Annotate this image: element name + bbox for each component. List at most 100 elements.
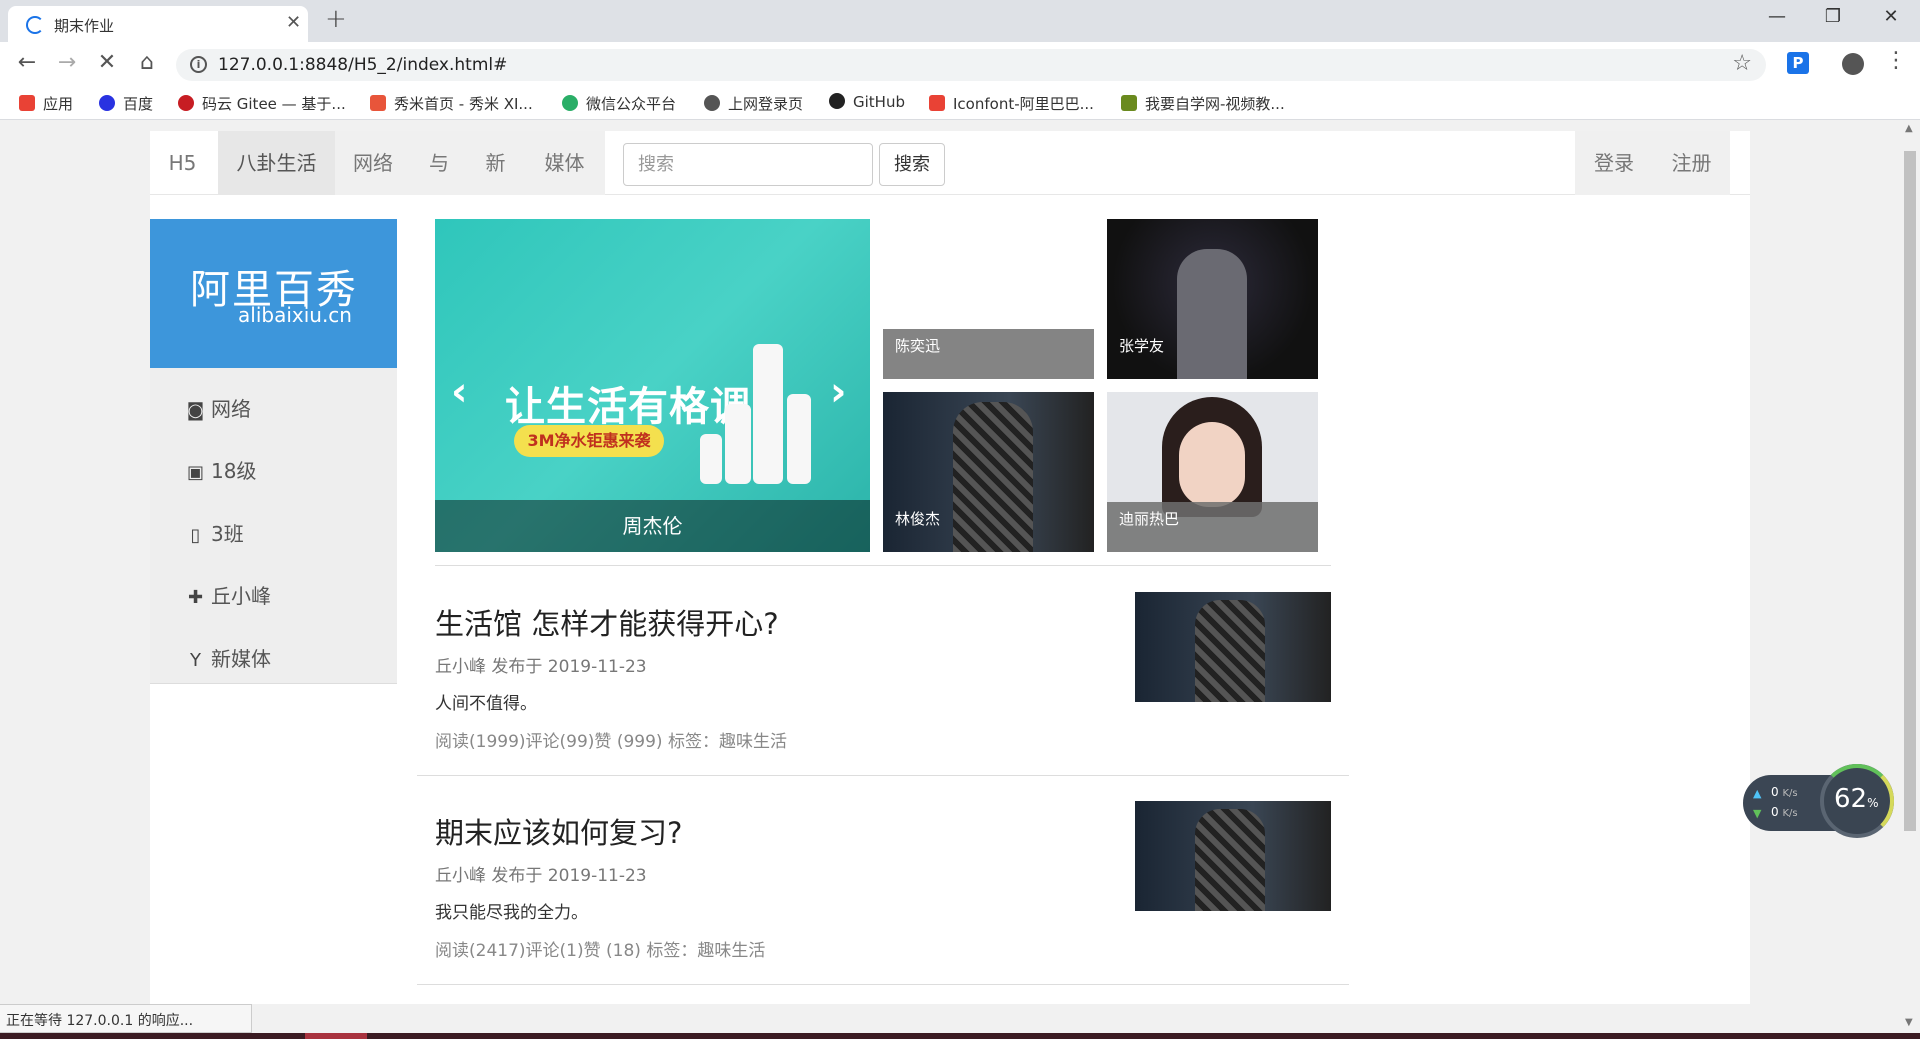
sidebar-item-class[interactable]: ▯ 3班 xyxy=(186,518,244,547)
thumbnail-card[interactable]: 迪丽热巴 xyxy=(1107,392,1318,552)
scroll-up-icon[interactable]: ▲ xyxy=(1905,123,1913,134)
forward-icon[interactable]: → xyxy=(52,50,82,75)
bookmark-github[interactable]: GitHub xyxy=(829,93,905,111)
search-input[interactable]: 搜索 xyxy=(623,143,873,186)
portrait-figure-image xyxy=(1195,600,1265,702)
site-logo[interactable]: 阿里百秀 alibaixiu.cn xyxy=(150,219,397,368)
sidebar-item-label: 网络 xyxy=(211,397,251,421)
carousel-next-icon[interactable]: › xyxy=(830,369,846,415)
nav-item-new[interactable]: 新 xyxy=(467,131,524,195)
article-thumbnail[interactable] xyxy=(1135,801,1331,911)
camera-icon: ◙ xyxy=(186,400,205,421)
tab-strip: 期末作业 ✕ + — ❐ ✕ xyxy=(0,0,1920,42)
info-icon[interactable]: i xyxy=(190,56,207,73)
bookmark-apps[interactable]: 应用 xyxy=(19,93,73,114)
portrait-figure-image xyxy=(1195,809,1265,911)
page-scrollbar[interactable]: ▲ ▼ xyxy=(1900,121,1920,1033)
top-navbar: H5 八卦生活 网络 与 新 媒体 搜索 搜索 登录 注册 xyxy=(150,131,1750,195)
nav-item-and[interactable]: 与 xyxy=(411,131,467,195)
menu-dots-icon[interactable]: ⋮ xyxy=(1885,48,1907,73)
sidebar-item-newmedia[interactable]: Y 新媒体 xyxy=(186,643,271,672)
wechat-icon xyxy=(562,95,578,111)
product-bottle-image xyxy=(700,434,722,484)
address-bar[interactable]: i 127.0.0.1:8848/H5_2/index.html# ☆ xyxy=(176,49,1766,81)
article-title[interactable]: 期末应该如何复习? xyxy=(435,810,682,852)
nav-brand[interactable]: H5 xyxy=(150,131,215,195)
bookmark-label: Iconfont-阿里巴巴... xyxy=(953,95,1094,113)
back-icon[interactable]: ← xyxy=(12,50,42,75)
sidebar-item-author[interactable]: ✚ 丘小峰 xyxy=(186,580,271,609)
carousel-caption: 周杰伦 xyxy=(435,500,870,552)
globe-icon xyxy=(704,95,720,111)
bookmark-baidu[interactable]: 百度 xyxy=(99,93,153,114)
bookmark-iconfont[interactable]: Iconfont-阿里巴巴... xyxy=(929,93,1094,114)
thumbnail-card[interactable]: 林俊杰 xyxy=(883,392,1094,552)
iconfont-icon xyxy=(929,95,945,111)
download-arrow-icon: ▼ xyxy=(1753,807,1762,820)
url-text[interactable]: 127.0.0.1:8848/H5_2/index.html# xyxy=(218,55,507,75)
new-tab-icon[interactable]: + xyxy=(325,4,347,34)
nav-item-network[interactable]: 网络 xyxy=(335,131,411,195)
zixue-icon xyxy=(1121,95,1137,111)
memory-gauge[interactable]: 62% xyxy=(1820,764,1894,838)
extension-p-icon[interactable]: P xyxy=(1787,52,1809,74)
sidebar-item-label: 18级 xyxy=(211,459,257,483)
article-thumbnail[interactable] xyxy=(1135,592,1331,702)
bookmark-51zxw[interactable]: 我要自学网-视频教... xyxy=(1121,93,1285,114)
restore-icon[interactable]: ❐ xyxy=(1813,6,1853,27)
page-container: H5 八卦生活 网络 与 新 媒体 搜索 搜索 登录 注册 阿里百秀 aliba… xyxy=(150,131,1750,1004)
sidebar-item-label: 3班 xyxy=(211,522,244,546)
product-bottle-image xyxy=(725,404,751,484)
article-stats: 阅读(1999)评论(99)赞 (999) 标签：趣味生活 xyxy=(435,732,787,752)
bookmark-label: 我要自学网-视频教... xyxy=(1145,95,1285,113)
carousel[interactable]: 让生活有格调 3M净水钜惠来袭 ‹ › 周杰伦 xyxy=(435,219,870,552)
sidebar: 阿里百秀 alibaixiu.cn ◙ 网络 ▣ 18级 ▯ 3班 ✚ 丘小峰 Y 新媒体 xyxy=(150,219,397,684)
profile-avatar-icon[interactable] xyxy=(1842,53,1864,75)
taskbar-strip xyxy=(0,1033,1920,1039)
close-tab-icon[interactable]: ✕ xyxy=(286,12,301,33)
sidebar-item-grade[interactable]: ▣ 18级 xyxy=(186,455,256,484)
bookmark-star-icon[interactable]: ☆ xyxy=(1732,51,1752,76)
carousel-slogan: 让生活有格调 xyxy=(505,384,751,430)
section-divider xyxy=(435,565,1331,566)
scroll-down-icon[interactable]: ▼ xyxy=(1905,1017,1913,1028)
carousel-tag: 3M净水钜惠来袭 xyxy=(514,425,664,457)
product-bottle-image xyxy=(753,344,783,484)
page-viewport: H5 八卦生活 网络 与 新 媒体 搜索 搜索 登录 注册 阿里百秀 aliba… xyxy=(0,121,1900,1004)
upload-arrow-icon: ▲ xyxy=(1753,787,1762,800)
bookmark-wechat[interactable]: 微信公众平台 xyxy=(562,93,676,114)
sidebar-item-network[interactable]: ◙ 网络 xyxy=(186,393,251,422)
browser-toolbar: ← → ✕ ⌂ i 127.0.0.1:8848/H5_2/index.html… xyxy=(0,42,1920,86)
article-meta: 丘小峰 发布于 2019-11-23 xyxy=(435,657,647,677)
bookmark-label: 秀米首页 - 秀米 XI... xyxy=(394,95,533,113)
carousel-prev-icon[interactable]: ‹ xyxy=(451,369,467,415)
taskbar-active-app[interactable] xyxy=(305,1033,367,1039)
download-value: 0 xyxy=(1771,805,1779,819)
tab-title: 期末作业 xyxy=(54,17,115,35)
gauge-percent: 62% xyxy=(1834,784,1879,814)
bookmark-xiumi[interactable]: 秀米首页 - 秀米 XI... xyxy=(370,93,533,114)
xiumi-icon xyxy=(370,95,386,111)
stop-icon[interactable]: ✕ xyxy=(92,50,122,75)
phone-icon: ▯ xyxy=(190,525,201,546)
thumbnail-caption: 陈奕迅 xyxy=(883,329,1094,379)
bookmark-login[interactable]: 上网登录页 xyxy=(704,93,803,114)
minimize-icon[interactable]: — xyxy=(1757,6,1797,27)
scroll-thumb[interactable] xyxy=(1904,151,1916,831)
tab-active[interactable]: 期末作业 ✕ xyxy=(8,6,308,42)
nav-item-bagua[interactable]: 八卦生活 xyxy=(218,131,335,195)
glass-icon: Y xyxy=(190,650,201,671)
register-link[interactable]: 注册 xyxy=(1653,131,1730,195)
picture-icon: ▣ xyxy=(186,462,204,483)
bookmark-gitee[interactable]: 码云 Gitee — 基于... xyxy=(178,93,346,114)
bookmark-label: 百度 xyxy=(123,95,154,113)
home-icon[interactable]: ⌂ xyxy=(132,50,162,75)
close-window-icon[interactable]: ✕ xyxy=(1871,6,1911,27)
thumbnail-card[interactable]: 张学友 xyxy=(1107,219,1318,379)
nav-item-media[interactable]: 媒体 xyxy=(524,131,605,195)
search-button[interactable]: 搜索 xyxy=(879,143,945,186)
article-title[interactable]: 生活馆 怎样才能获得开心? xyxy=(435,601,779,643)
bookmark-label: GitHub xyxy=(853,93,905,111)
login-link[interactable]: 登录 xyxy=(1575,131,1653,195)
thumbnail-card[interactable]: 陈奕迅 xyxy=(883,219,1094,379)
